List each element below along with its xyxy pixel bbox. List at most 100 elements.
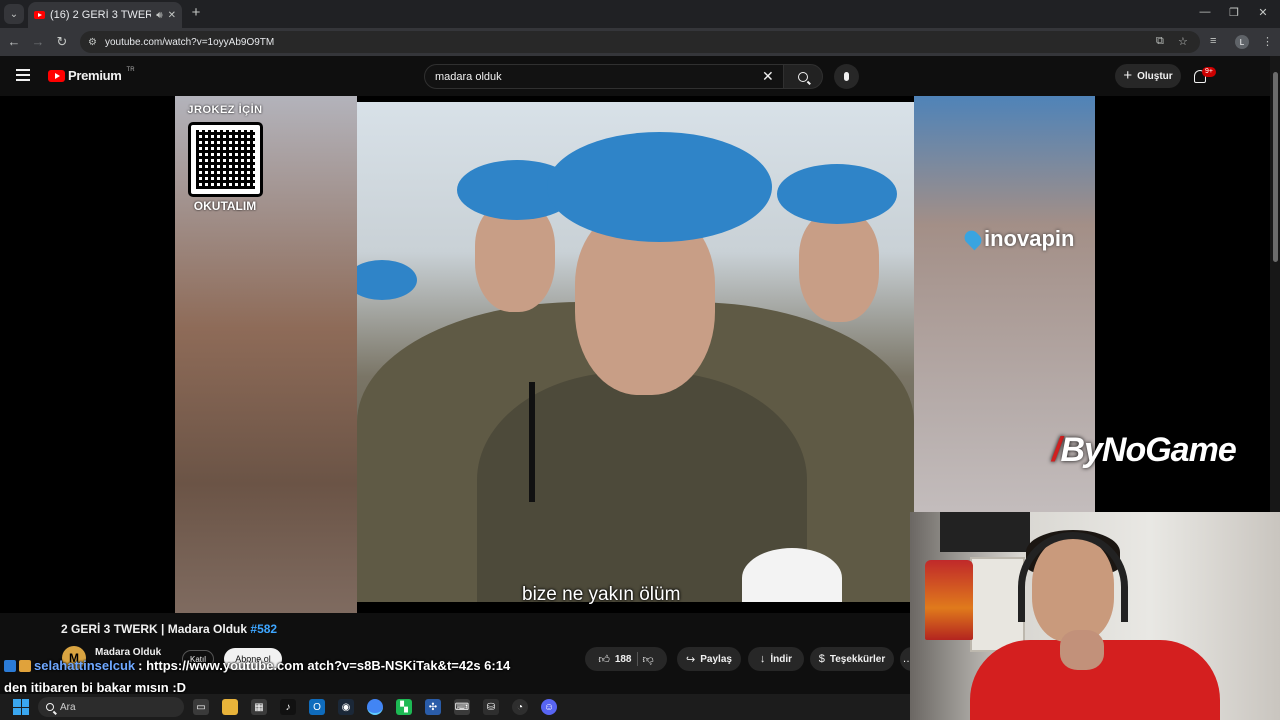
browser-tab[interactable]: (16) 2 GERİ 3 TWERK | Mad… 🔊︎ ✕ (28, 2, 182, 28)
galatasaray-jersey (925, 560, 973, 640)
plus-icon: + (1123, 67, 1133, 84)
beret-right (777, 164, 897, 224)
sponsor-logo-inovapin: inovapin (961, 226, 1075, 252)
beret-far-left (357, 260, 417, 300)
qr-code (188, 122, 263, 197)
thumbs-down-icon[interactable]: 👎︎ (643, 653, 654, 666)
youtube-logo[interactable]: Premium TR (48, 67, 135, 83)
qr-top-text: JROKEZ İÇİN (187, 104, 263, 116)
media-control-icon[interactable]: ≡ (1210, 35, 1216, 47)
minimize-button[interactable]: — (1198, 6, 1212, 18)
close-tab-icon[interactable]: ✕ (168, 10, 176, 21)
radio-antenna (529, 382, 535, 502)
tiktok-icon[interactable]: ♪ (280, 699, 296, 715)
search-query: madara olduk (435, 70, 502, 83)
bookshelf (970, 557, 1025, 652)
create-label: Oluştur (1137, 70, 1173, 82)
restore-button[interactable]: ❐ (1227, 6, 1241, 19)
discord-icon[interactable]: ☺ (541, 699, 557, 715)
clock-app-icon[interactable]: ◔ (512, 699, 528, 715)
video-title-text: 2 GERİ 3 TWERK | Madara Olduk (61, 622, 251, 636)
notification-badge: 9+ (1202, 67, 1216, 77)
thanks-button[interactable]: $ Teşekkürler (810, 647, 894, 671)
taskbar-search[interactable]: Ara (38, 697, 184, 717)
bookmark-star-icon[interactable]: ☆ (1178, 35, 1188, 48)
url-text: youtube.com/watch?v=1oyyAb9O9TM (104, 36, 275, 48)
reload-button[interactable]: ↻ (54, 34, 70, 50)
game-app-icon[interactable]: ⌨ (454, 699, 470, 715)
download-label: İndir (770, 653, 793, 665)
store-icon[interactable]: ▦ (251, 699, 267, 715)
outlook-icon[interactable]: O (309, 699, 325, 715)
share-label: Paylaş (700, 653, 732, 665)
hamburger-menu-icon[interactable] (16, 69, 30, 81)
speaker-icon[interactable]: 🔊︎ (156, 10, 162, 21)
install-icon[interactable]: ⧉ (1156, 35, 1164, 48)
sponsor-logo-bynogame: /ByNoGame (1052, 431, 1237, 470)
share-button[interactable]: ↪ Paylaş (677, 647, 741, 671)
search-icon (46, 703, 54, 711)
youtube-favicon-icon (34, 11, 45, 19)
forward-button[interactable]: → (30, 34, 46, 50)
site-info-icon[interactable]: ⚙︎ (88, 37, 97, 48)
chat-text-2: den itibaren bi bakar mısın :D (4, 680, 187, 695)
chat-badge-icon (4, 659, 16, 672)
file-explorer-icon[interactable] (222, 699, 238, 715)
map-pin-icon (961, 227, 985, 251)
youtube-header: Premium TR madara olduk ✕ + Oluştur 9+ (0, 56, 1270, 96)
video-frame (357, 102, 914, 602)
video-title: 2 GERİ 3 TWERK | Madara Olduk #582 (61, 622, 277, 636)
address-bar[interactable]: ⚙︎ youtube.com/watch?v=1oyyAb9O9TM (80, 31, 1200, 53)
thanks-label: Teşekkürler (829, 653, 886, 665)
taskbar-search-label: Ara (60, 701, 76, 713)
like-count[interactable]: 188 (615, 654, 632, 665)
youtube-play-icon (48, 69, 65, 82)
thumbs-up-icon[interactable]: 👍︎ (598, 653, 610, 666)
logo-text: Premium (68, 68, 122, 83)
download-icon: ↓ (759, 653, 766, 665)
crown-badge-icon (19, 659, 31, 672)
sponsor-2-text: ByNoGame (1060, 431, 1236, 469)
windows-start-icon[interactable] (13, 699, 29, 715)
beret-center (547, 132, 772, 242)
tab-search-icon[interactable]: ⌄ (4, 4, 24, 24)
create-button[interactable]: + Oluştur (1115, 64, 1181, 88)
new-tab-button[interactable]: + (188, 5, 204, 21)
clear-search-icon[interactable]: ✕ (762, 68, 774, 85)
search-icon (798, 71, 808, 82)
share-arrow-icon: ↪ (686, 653, 696, 666)
browser-tab-strip: ⌄ (16) 2 GERİ 3 TWERK | Mad… 🔊︎ ✕ + — ❐ … (0, 0, 1280, 28)
task-view-icon[interactable]: ▭ (193, 699, 209, 715)
microphone-foam (742, 548, 842, 602)
page-scrollbar[interactable] (1270, 56, 1280, 512)
menu-kebab-icon[interactable]: ⋮ (1262, 35, 1273, 48)
steam-icon[interactable]: ◉ (338, 699, 354, 715)
back-button[interactable]: ← (6, 34, 22, 50)
chat-message: selahattinselcuk : https://www.youtube.c… (4, 658, 510, 673)
webcam-overlay (910, 512, 1280, 720)
chrome-icon[interactable] (367, 699, 383, 715)
video-hashtag[interactable]: #582 (250, 622, 277, 636)
channel-name[interactable]: Madara Olduk (95, 647, 161, 658)
monitor-box (940, 512, 1030, 552)
controller-icon[interactable]: ⛁ (483, 699, 499, 715)
close-window-button[interactable]: ✕ (1256, 6, 1270, 19)
qr-bottom-text: OKUTALIM (193, 199, 257, 213)
voice-search-button[interactable] (834, 64, 859, 89)
search-button[interactable] (783, 64, 823, 89)
windows-taskbar: Ara ▭ ▦ ♪ O ◉ ▚ ✣ ⌨ ⛁ ◔ ☺ (0, 694, 910, 720)
microphone-icon (844, 72, 849, 81)
app-grid-icon[interactable]: ▚ (396, 699, 412, 715)
download-button[interactable]: ↓ İndir (748, 647, 804, 671)
chat-text-1: : https://www.youtube.com atch?v=s8B-NSK… (138, 658, 511, 673)
network-app-icon[interactable]: ✣ (425, 699, 441, 715)
soldier-face-right (799, 212, 879, 322)
search-input[interactable]: madara olduk (424, 64, 784, 89)
profile-avatar[interactable]: L (1235, 35, 1249, 49)
divider (636, 652, 638, 666)
thanks-icon: $ (818, 653, 825, 665)
scrollbar-thumb[interactable] (1273, 72, 1278, 262)
streamer-hand (1060, 630, 1104, 670)
sponsor-1-text: inovapin (984, 226, 1075, 251)
browser-toolbar: ← → ↻ ⚙︎ youtube.com/watch?v=1oyyAb9O9TM… (0, 28, 1280, 56)
